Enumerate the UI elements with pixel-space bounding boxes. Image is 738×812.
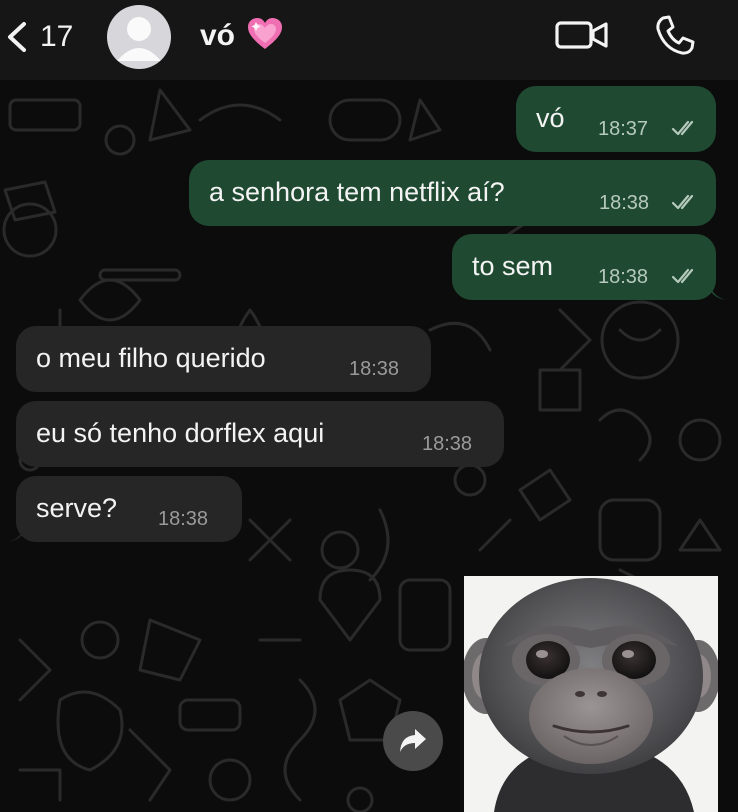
bubble-tail — [710, 284, 726, 300]
message-time: 18:38 — [599, 192, 650, 214]
image-message[interactable] — [464, 576, 718, 812]
outgoing-message[interactable]: vó 18:37 — [516, 86, 716, 152]
read-receipt-icon — [671, 194, 694, 210]
phone-call-icon[interactable] — [654, 14, 696, 56]
chat-screen: 17 vó vó 18:37 a senhora tem netflix aí?… — [0, 0, 738, 812]
video-call-icon[interactable] — [554, 18, 610, 52]
sparkling-heart-icon — [248, 18, 282, 49]
message-time: 18:37 — [598, 118, 649, 140]
read-receipt-icon — [671, 268, 694, 284]
forward-arrow-icon — [400, 729, 426, 752]
default-avatar-icon — [117, 17, 161, 61]
message-text: to sem — [472, 251, 554, 281]
incoming-message[interactable]: eu só tenho dorflex aqui 18:38 — [16, 401, 504, 467]
message-text: a senhora tem netflix aí? — [209, 177, 505, 207]
read-receipt-icon — [671, 120, 694, 136]
outgoing-message[interactable]: to sem 18:38 — [452, 234, 716, 300]
chat-header: 17 vó — [0, 0, 738, 80]
message-time: 18:38 — [598, 266, 649, 288]
avatar[interactable] — [107, 5, 171, 69]
bubble-tail — [8, 526, 24, 542]
message-time: 18:38 — [349, 358, 400, 380]
message-text: serve? — [36, 493, 118, 523]
message-text: vó — [536, 103, 565, 133]
incoming-message[interactable]: o meu filho querido 18:38 — [16, 326, 431, 392]
forward-button[interactable] — [383, 711, 443, 771]
unread-count[interactable]: 17 — [40, 20, 73, 54]
message-text: eu só tenho dorflex aqui — [36, 418, 325, 448]
message-time: 18:38 — [158, 508, 209, 530]
baby-monkey-photo — [464, 576, 718, 812]
back-chevron-icon[interactable] — [4, 20, 30, 54]
outgoing-message[interactable]: a senhora tem netflix aí? 18:38 — [189, 160, 716, 226]
contact-name[interactable]: vó — [200, 18, 235, 54]
message-time: 18:38 — [422, 433, 473, 455]
message-text: o meu filho querido — [36, 343, 266, 373]
incoming-message[interactable]: serve? 18:38 — [16, 476, 242, 542]
